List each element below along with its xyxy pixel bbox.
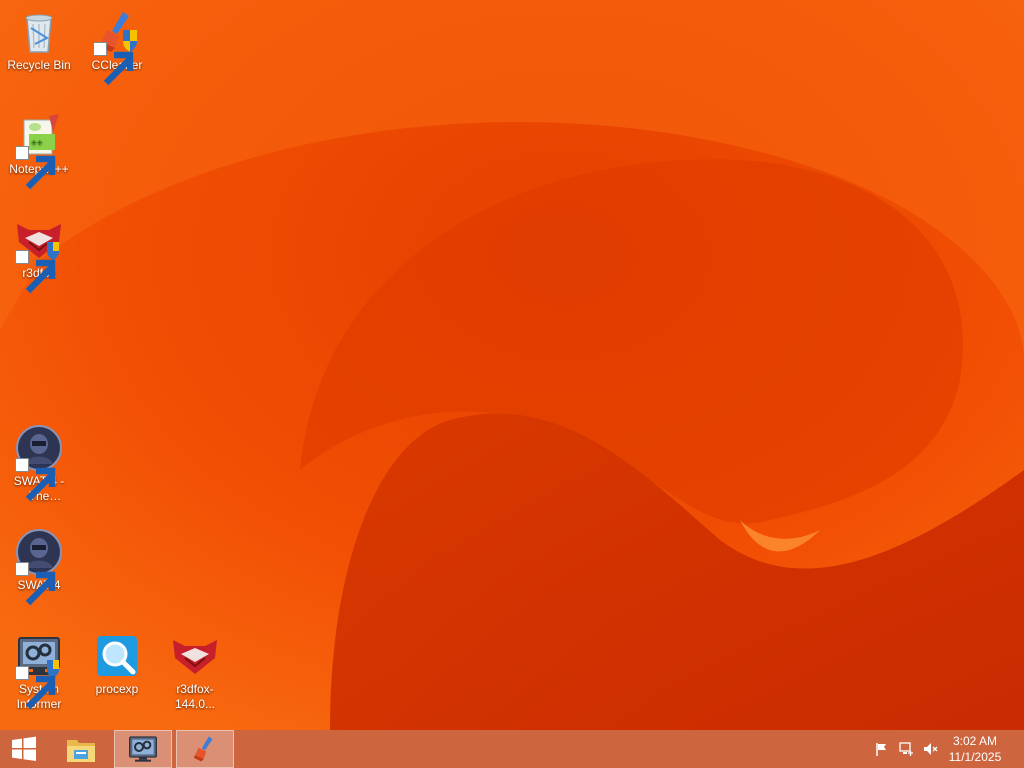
swat4-icon <box>15 528 63 606</box>
desktop-icon-r3dfox[interactable]: r3dfox <box>1 212 77 294</box>
procexp-icon <box>93 632 141 680</box>
shortcut-arrow-icon <box>15 146 56 190</box>
r3dfox-installer-icon <box>171 632 219 680</box>
desktop-icon-swat4[interactable]: SWAT 4 <box>1 524 77 606</box>
taskbar-system-informer[interactable] <box>114 730 172 768</box>
recycle-bin-icon <box>15 8 63 56</box>
desktop-icon-label: r3dfox-144.0... <box>174 682 216 711</box>
shortcut-arrow-icon <box>15 562 56 606</box>
taskbar-ccleaner[interactable] <box>176 730 234 768</box>
taskbar: 3:02 AM 11/1/2025 <box>0 730 1024 768</box>
shortcut-arrow-icon <box>15 666 56 710</box>
clock-date: 11/1/2025 <box>948 750 1002 764</box>
desktop-icon-ccleaner[interactable]: CCleaner <box>79 4 155 86</box>
action-center-flag-icon[interactable] <box>874 741 890 757</box>
taskbar-clock[interactable]: 3:02 AM 11/1/2025 <box>940 733 1010 765</box>
start-button[interactable] <box>0 730 48 768</box>
desktop-icon-label: procexp <box>95 682 139 696</box>
ccleaner-icon <box>93 8 141 86</box>
shortcut-arrow-icon <box>93 42 134 86</box>
ccleaner-icon <box>190 734 220 764</box>
notepad-plus-plus-icon: ++ <box>15 112 63 190</box>
desktop-icon-r3dfox-installer[interactable]: r3dfox-144.0... <box>157 628 233 712</box>
desktop-icon-system-informer[interactable]: System Informer <box>1 628 77 712</box>
network-icon[interactable] <box>898 741 914 757</box>
system-informer-icon <box>15 632 63 710</box>
volume-muted-icon[interactable] <box>922 741 938 757</box>
taskbar-file-explorer[interactable] <box>58 730 104 768</box>
desktop-icon-swat4-stetchkov[interactable]: SWAT 4 - The Stetchkov S... <box>1 420 77 504</box>
swat4-icon <box>15 424 63 502</box>
file-explorer-icon <box>65 734 97 764</box>
windows-logo-icon <box>10 735 38 763</box>
shortcut-arrow-icon <box>15 250 56 294</box>
shortcut-arrow-icon <box>15 458 56 502</box>
desktop-wallpaper <box>0 0 1024 730</box>
desktop-icon-recycle-bin[interactable]: Recycle Bin <box>1 4 77 73</box>
system-informer-icon <box>127 733 159 765</box>
desktop-icon-notepad-plus-plus[interactable]: ++ Notepad++ <box>1 108 77 190</box>
desktop-icon-label: Recycle Bin <box>7 58 71 72</box>
clock-time: 3:02 AM <box>952 734 998 748</box>
desktop-icon-procexp[interactable]: procexp <box>79 628 155 697</box>
r3dfox-icon <box>15 216 63 294</box>
